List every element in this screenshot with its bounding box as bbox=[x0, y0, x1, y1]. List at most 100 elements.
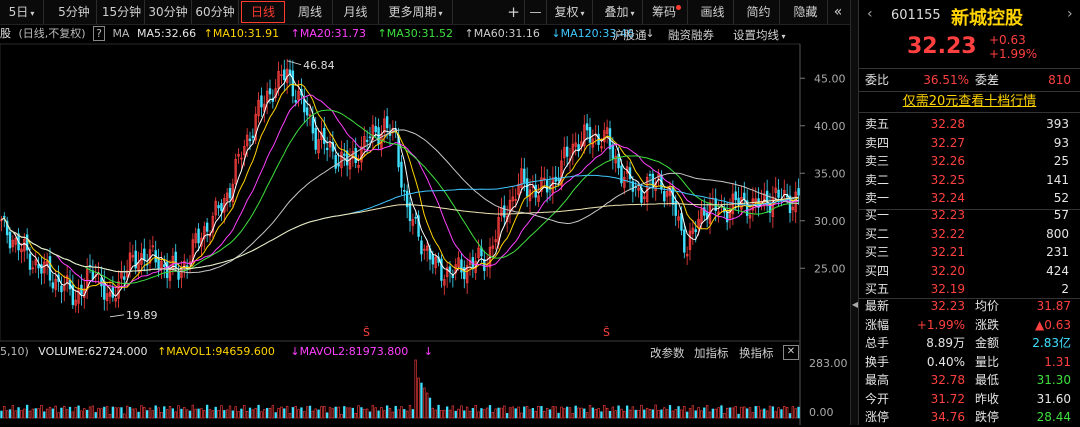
candle-body bbox=[205, 222, 209, 232]
high-annotation: 46.84 bbox=[303, 59, 335, 72]
volume-bar bbox=[728, 407, 732, 419]
volume-bar bbox=[237, 411, 240, 419]
margin-mark: Ŝ bbox=[363, 326, 370, 339]
volume-bar bbox=[188, 410, 192, 419]
stat-value: 32.23 bbox=[930, 299, 965, 313]
volume-bar bbox=[277, 408, 280, 419]
candle-body bbox=[374, 126, 377, 133]
volume-bar bbox=[774, 411, 777, 419]
stat-row: 换手 0.40% 量比 1.31 bbox=[859, 353, 1080, 372]
stat-value: ▲0.63 bbox=[1035, 317, 1071, 332]
stat-value: 2.83亿 bbox=[1032, 336, 1071, 350]
volume-bar bbox=[603, 405, 606, 419]
switch-indicator-button[interactable]: 换指标 bbox=[739, 345, 774, 361]
candle-body bbox=[403, 189, 406, 192]
volume-bar bbox=[554, 406, 557, 419]
volume-bar bbox=[43, 411, 46, 419]
stat-value: 31.87 bbox=[1036, 299, 1071, 313]
volume-bar bbox=[220, 405, 223, 419]
volume-bar bbox=[71, 411, 75, 419]
volume-bar bbox=[165, 409, 169, 419]
volume-bar bbox=[694, 410, 697, 419]
y-tick-label: 45.00 bbox=[814, 72, 846, 85]
volume-bar bbox=[48, 406, 52, 419]
edit-params-button[interactable]: 改参数 bbox=[650, 345, 685, 361]
volume-bar bbox=[354, 413, 357, 419]
volume-bar bbox=[771, 406, 775, 419]
add-indicator-button[interactable]: 加指标 bbox=[694, 345, 729, 361]
candle-body bbox=[283, 69, 286, 81]
stat-row: 涨停 34.76 跌停 28.44 bbox=[859, 408, 1080, 427]
volume-bar bbox=[283, 408, 286, 419]
y-tick-label: 35.00 bbox=[814, 167, 846, 180]
volume-bar bbox=[451, 405, 455, 419]
volume-bar bbox=[257, 404, 260, 419]
candle-body bbox=[648, 174, 652, 176]
volume-bar bbox=[308, 405, 312, 419]
ten-level-quote-link[interactable]: 仅需20元查看十档行情 bbox=[859, 92, 1080, 113]
volume-bar bbox=[63, 405, 66, 419]
volume-bar bbox=[500, 407, 503, 419]
level-price: 32.22 bbox=[930, 226, 965, 241]
candle-body bbox=[228, 188, 232, 199]
level-volume: 93 bbox=[1053, 135, 1069, 150]
ma-lines bbox=[1, 73, 799, 297]
volume-bar bbox=[194, 408, 197, 419]
volume-bar bbox=[571, 413, 575, 419]
volume-bar bbox=[100, 408, 103, 419]
close-indicator-button[interactable]: ✕ bbox=[783, 345, 799, 360]
volume-bar bbox=[488, 405, 492, 419]
volume-bar bbox=[471, 408, 475, 419]
stat-label: 最新 bbox=[865, 299, 890, 313]
prev-stock-icon[interactable]: ‹ bbox=[867, 6, 873, 22]
candle-body bbox=[683, 229, 686, 253]
volume-bar bbox=[171, 408, 175, 419]
level-volume: 231 bbox=[1046, 245, 1069, 259]
candle-body bbox=[217, 205, 220, 209]
volume-bar bbox=[660, 409, 663, 419]
volume-bar bbox=[85, 409, 89, 419]
candle-body bbox=[303, 99, 306, 113]
stat-label: 量比 bbox=[975, 354, 1000, 369]
stat-label: 今开 bbox=[865, 391, 890, 406]
volume-bar bbox=[303, 411, 306, 419]
candle-body bbox=[60, 285, 63, 293]
volume-bar bbox=[520, 412, 523, 419]
volume-bar bbox=[394, 405, 397, 419]
volume-bar bbox=[543, 411, 546, 419]
level-price: 32.20 bbox=[930, 263, 965, 278]
volume-bar bbox=[423, 387, 426, 419]
volume-bar bbox=[217, 410, 220, 419]
stat-label: 换手 bbox=[865, 354, 890, 369]
volume-bar bbox=[551, 406, 555, 419]
volume-bar bbox=[203, 410, 206, 419]
weicha-label: 委差 bbox=[975, 73, 1000, 87]
candle-body bbox=[431, 254, 435, 265]
high-pointer bbox=[287, 60, 302, 66]
candle-body bbox=[400, 161, 403, 188]
candle-body bbox=[460, 259, 463, 273]
candle-body bbox=[343, 153, 346, 156]
volume-bar bbox=[91, 405, 95, 419]
ma20-line bbox=[1, 94, 799, 289]
volume-bar bbox=[643, 409, 646, 419]
ask-level-row: 卖三 32.26 25 bbox=[859, 152, 1080, 171]
ma5-line bbox=[1, 73, 799, 297]
volume-bar bbox=[151, 410, 155, 419]
volume-bar bbox=[640, 404, 643, 419]
volume-bar bbox=[614, 410, 617, 419]
next-stock-icon[interactable]: › bbox=[1067, 6, 1073, 22]
volume-bar bbox=[28, 410, 32, 419]
stat-label: 均价 bbox=[975, 299, 1000, 313]
kline-chart[interactable]: 46.84 19.89 Ŝ Ŝ 45.00 40.00 35.00 30.00 25.00 28… bbox=[0, 0, 850, 425]
candle-body bbox=[165, 261, 169, 279]
volume-bar bbox=[717, 407, 720, 419]
change-percent: +1.99% bbox=[989, 47, 1038, 61]
candle-body bbox=[251, 135, 255, 139]
volume-bar bbox=[140, 405, 143, 419]
volume-bar bbox=[454, 410, 457, 419]
candle-body bbox=[420, 240, 423, 255]
volume-bar bbox=[0, 410, 3, 419]
volume-bar bbox=[634, 409, 637, 419]
volume-bar bbox=[760, 409, 763, 419]
